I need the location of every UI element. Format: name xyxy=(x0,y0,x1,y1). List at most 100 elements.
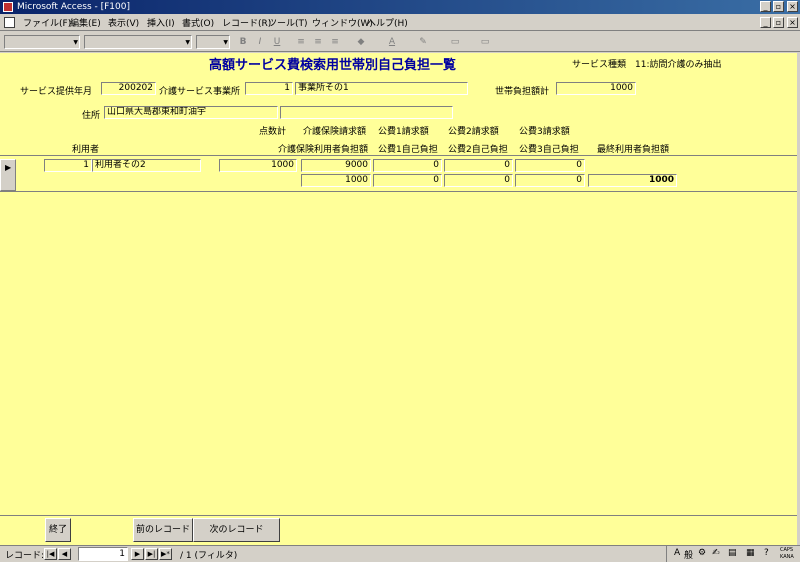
ime-help-icon[interactable]: ? xyxy=(764,548,769,561)
line-width-icon[interactable]: ▭ xyxy=(448,35,462,49)
address-field-2[interactable] xyxy=(280,106,453,119)
title-bar: Microsoft Access - [F100] _ ▫ × xyxy=(0,0,800,14)
provider-name-field[interactable]: 事業所その1 xyxy=(295,82,468,95)
line-color-icon[interactable]: ✎ xyxy=(416,35,430,49)
next-record-button[interactable]: 次のレコード xyxy=(193,518,280,542)
menu-tools[interactable]: ツール(T) xyxy=(268,16,308,29)
points-field[interactable]: 1000 xyxy=(219,159,297,172)
menu-insert[interactable]: 挿入(I) xyxy=(147,16,175,29)
current-record-input[interactable]: 1 xyxy=(78,547,128,561)
menu-format[interactable]: 書式(O) xyxy=(182,16,214,29)
form-body: 高額サービス費検索用世帯別自己負担一覧 サービス種類 11:訪問介護のみ抽出 サ… xyxy=(0,53,797,515)
window-title: Microsoft Access - [F100] xyxy=(17,2,130,12)
doc-restore-icon[interactable]: ▫ xyxy=(773,17,784,28)
align-right-icon[interactable]: ≡ xyxy=(328,35,342,49)
minimize-icon[interactable]: _ xyxy=(760,1,771,12)
menu-edit[interactable]: 編集(E) xyxy=(70,16,101,29)
document-icon[interactable] xyxy=(4,17,15,28)
access-app-icon xyxy=(3,2,13,12)
col-pub3-burden: 公費3自己負担 xyxy=(519,145,579,155)
next-record-icon[interactable]: ▶ xyxy=(131,548,144,560)
service-type-label: サービス種類 xyxy=(572,60,627,70)
col-ins-burden: 介護保険利用者負担額 xyxy=(278,145,369,155)
col-user: 利用者 xyxy=(72,145,100,155)
underline-icon[interactable]: U xyxy=(270,35,284,49)
chevron-down-icon: ▼ xyxy=(185,39,190,46)
record-selector[interactable]: ▶ xyxy=(0,159,16,191)
pub1-claim-field[interactable]: 0 xyxy=(373,159,442,172)
service-month-label: サービス提供年月 xyxy=(20,87,93,97)
record-navigation-bar: レコード: |◀ ◀ 1 ▶ ▶| ▶* / 1 (フィルタ) A 般 ⚙ ✍ … xyxy=(0,545,800,562)
detail-bottom-divider xyxy=(0,191,797,192)
household-total-field[interactable]: 1000 xyxy=(556,82,636,95)
new-record-icon[interactable]: ▶* xyxy=(159,548,172,560)
font-size-combo[interactable]: ▼ xyxy=(196,35,230,49)
col-pub2-burden: 公費2自己負担 xyxy=(448,145,508,155)
menu-window[interactable]: ウィンドウ(W) xyxy=(312,16,373,29)
border-style-icon[interactable]: ▭ xyxy=(478,35,492,49)
service-type-value: 11:訪問介護のみ抽出 xyxy=(635,60,722,70)
caps-indicator: CAPS xyxy=(780,547,794,553)
align-center-icon[interactable]: ≡ xyxy=(311,35,325,49)
restore-icon[interactable]: ▫ xyxy=(773,1,784,12)
ime-dictionary-icon[interactable]: ▤ xyxy=(728,548,737,561)
ins-claim-field[interactable]: 9000 xyxy=(301,159,371,172)
record-nav-label: レコード: xyxy=(5,551,45,561)
household-total-label: 世帯負担額計 xyxy=(495,87,550,97)
detail-top-divider xyxy=(0,155,797,156)
col-final-burden: 最終利用者負担額 xyxy=(597,145,670,155)
ins-burden-field[interactable]: 1000 xyxy=(301,174,371,187)
formatting-toolbar: ▼ ▼ ▼ B I U ≡ ≡ ≡ ◆ A ✎ ▭ ▭ xyxy=(0,32,800,52)
menu-records[interactable]: レコード(R) xyxy=(222,16,271,29)
menu-help[interactable]: ヘルプ(H) xyxy=(367,16,408,29)
align-left-icon[interactable]: ≡ xyxy=(294,35,308,49)
provider-label: 介護サービス事業所 xyxy=(159,87,241,97)
bold-icon[interactable]: B xyxy=(236,35,250,49)
col-ins-claim: 介護保険請求額 xyxy=(303,127,367,137)
chevron-down-icon: ▼ xyxy=(223,39,228,46)
doc-minimize-icon[interactable]: _ xyxy=(760,17,771,28)
user-id-field[interactable]: 1 xyxy=(44,159,92,172)
col-pub2-claim: 公費2請求額 xyxy=(448,127,499,137)
col-pub1-burden: 公費1自己負担 xyxy=(378,145,438,155)
doc-close-icon[interactable]: × xyxy=(787,17,798,28)
prev-record-button[interactable]: 前のレコード xyxy=(133,518,193,542)
chevron-down-icon: ▼ xyxy=(73,39,78,46)
fill-color-icon[interactable]: ◆ xyxy=(354,35,368,49)
col-points: 点数計 xyxy=(259,127,287,137)
close-icon[interactable]: × xyxy=(787,1,798,12)
service-month-field[interactable]: 200202 xyxy=(101,82,156,95)
user-name-field[interactable]: 利用者その2 xyxy=(92,159,201,172)
last-record-icon[interactable]: ▶| xyxy=(145,548,158,560)
pub2-burden-field[interactable]: 0 xyxy=(444,174,513,187)
final-burden-field[interactable]: 1000 xyxy=(588,174,677,187)
font-color-icon[interactable]: A xyxy=(385,35,399,49)
address-label: 住所 xyxy=(82,111,101,121)
ime-input-mode-icon[interactable]: 般 xyxy=(684,548,693,561)
current-record-icon: ▶ xyxy=(5,163,12,172)
provider-code-field[interactable]: 1 xyxy=(245,82,293,95)
menu-bar: ファイル(F) 編集(E) 表示(V) 挿入(I) 書式(O) レコード(R) … xyxy=(0,14,800,31)
previous-record-icon[interactable]: ◀ xyxy=(58,548,71,560)
form-title: 高額サービス費検索用世帯別自己負担一覧 xyxy=(209,58,457,73)
pub3-burden-field[interactable]: 0 xyxy=(515,174,585,187)
pub1-burden-field[interactable]: 0 xyxy=(373,174,442,187)
record-count-text: / 1 (フィルタ) xyxy=(180,551,238,561)
ime-settings-icon[interactable]: ⚙ xyxy=(698,548,706,561)
menu-file[interactable]: ファイル(F) xyxy=(23,16,71,29)
pub2-claim-field[interactable]: 0 xyxy=(444,159,513,172)
address-field[interactable]: 山口県大島郡東和町油宇 xyxy=(104,106,278,119)
col-pub3-claim: 公費3請求額 xyxy=(519,127,570,137)
exit-button[interactable]: 終了 xyxy=(45,518,71,542)
kana-indicator: KANA xyxy=(780,554,794,560)
col-pub1-claim: 公費1請求額 xyxy=(378,127,429,137)
ime-pad-icon[interactable]: ✍ xyxy=(712,548,720,561)
pub3-claim-field[interactable]: 0 xyxy=(515,159,585,172)
ime-mode-icon[interactable]: A xyxy=(674,548,680,561)
font-combo[interactable]: ▼ xyxy=(84,35,192,49)
first-record-icon[interactable]: |◀ xyxy=(44,548,57,560)
ime-properties-icon[interactable]: ▦ xyxy=(746,548,755,561)
object-combo[interactable]: ▼ xyxy=(4,35,80,49)
menu-view[interactable]: 表示(V) xyxy=(108,16,139,29)
italic-icon[interactable]: I xyxy=(253,35,267,49)
